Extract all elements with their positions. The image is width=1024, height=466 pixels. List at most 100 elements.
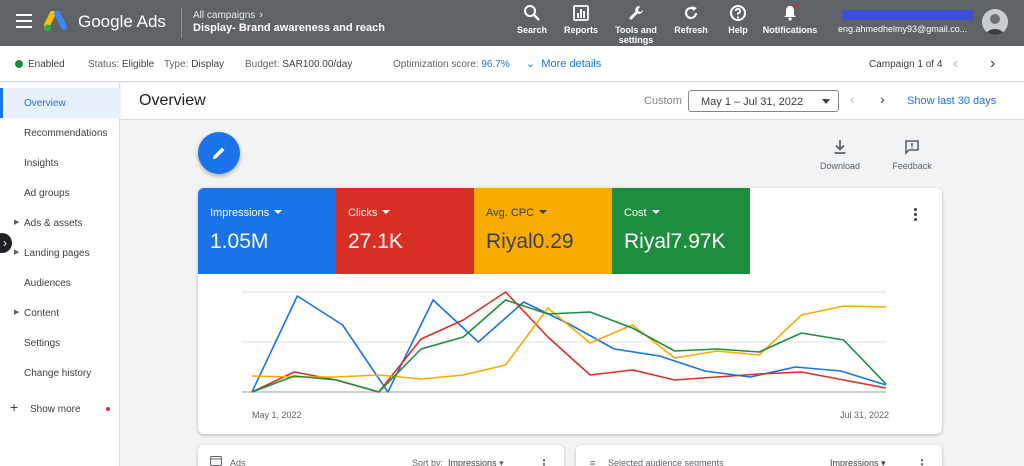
metric-value: Riyal0.29: [486, 230, 574, 253]
audience-more-options-icon[interactable]: ⋮: [916, 457, 928, 466]
metric-impressions[interactable]: Impressions 1.05M: [198, 188, 336, 274]
refresh-label: Refresh: [674, 25, 708, 35]
sidebar-item-content[interactable]: ▶ Content: [0, 298, 120, 328]
ads-card: Ads Sort by: Impressions ▾ ⋮: [198, 445, 564, 466]
type-value: Display: [191, 59, 225, 70]
avatar-image: [982, 9, 1008, 35]
sidebar-item-overview[interactable]: Overview: [0, 88, 120, 118]
ads-more-options-icon[interactable]: ⋮: [538, 457, 550, 466]
sidebar-item-label: Overview: [24, 98, 66, 109]
status-field: Status: Eligible: [88, 59, 154, 70]
dropdown-arrow-icon: ▾: [499, 458, 504, 466]
redacted-account-name: [842, 10, 974, 20]
sort-value: Impressions: [448, 458, 497, 466]
help-icon: [730, 5, 746, 21]
budget-value: SAR100.00/day: [282, 59, 353, 70]
notifications-label: Notifications: [762, 25, 818, 35]
sidebar-item-label: Change history: [24, 368, 92, 379]
chart-more-options-icon[interactable]: [914, 208, 918, 223]
dropdown-arrow-icon: [822, 99, 830, 104]
sidebar-item-insights[interactable]: Insights: [0, 148, 120, 178]
previous-period-button[interactable]: ‹: [850, 91, 855, 107]
menu-icon[interactable]: [16, 14, 32, 28]
ads-sort[interactable]: Sort by: Impressions ▾: [412, 458, 504, 466]
dropdown-arrow-icon: [274, 210, 283, 214]
sidebar-item-ad-groups[interactable]: Ad groups: [0, 178, 120, 208]
date-range-picker[interactable]: May 1 – Jul 31, 2022: [688, 90, 839, 112]
page-title: Overview: [139, 92, 206, 109]
google-ads-logo: [44, 11, 67, 32]
breadcrumb-all-label: All campaigns: [193, 10, 256, 21]
metric-label[interactable]: Avg. CPC: [486, 207, 548, 219]
optimization-label: Optimization score:: [393, 59, 479, 70]
dropdown-arrow-icon: [382, 210, 391, 214]
ads-card-title: Ads: [230, 458, 246, 466]
refresh-button[interactable]: Refresh: [672, 4, 710, 35]
enabled-status[interactable]: Enabled: [15, 59, 65, 70]
metric-value: 1.05M: [210, 230, 269, 253]
notification-dot-icon: [106, 407, 110, 411]
budget-label: Budget:: [245, 59, 280, 70]
pencil-icon: [213, 147, 225, 159]
sidebar-item-ads-assets[interactable]: ▶ Ads & assets: [0, 208, 120, 238]
show-more-button[interactable]: + Show more: [0, 394, 120, 424]
audience-sort[interactable]: Impressions ▾: [830, 458, 886, 466]
plus-icon: +: [10, 399, 19, 415]
metric-label[interactable]: Cost: [624, 207, 660, 219]
sidebar-item-settings[interactable]: Settings: [0, 328, 120, 358]
avatar[interactable]: [982, 9, 1008, 35]
metric-value: 27.1K: [348, 230, 403, 253]
previous-campaign-button[interactable]: ‹: [953, 55, 958, 73]
metric-label[interactable]: Impressions: [210, 207, 283, 219]
sidebar-item-label: Landing pages: [24, 248, 90, 259]
metric-label[interactable]: Clicks: [348, 207, 391, 219]
metric-avg-cpc[interactable]: Avg. CPC Riyal0.29: [474, 188, 612, 274]
optimization-value: 96.7%: [481, 59, 510, 70]
next-period-button[interactable]: ›: [880, 91, 885, 107]
optimization-score[interactable]: Optimization score: 96.7%: [393, 59, 510, 70]
status-label: Status:: [88, 59, 120, 70]
next-campaign-button[interactable]: ›: [990, 55, 995, 73]
show-last-30-days-link[interactable]: Show last 30 days: [907, 95, 996, 107]
breadcrumb-all-campaigns[interactable]: All campaigns ›: [193, 9, 263, 21]
enabled-dot-icon: [15, 60, 23, 68]
sidebar-item-label: Audiences: [24, 278, 71, 289]
budget-field[interactable]: Budget: SAR100.00/day: [245, 59, 352, 70]
metric-label-text: Cost: [624, 207, 647, 219]
sidebar-item-landing-pages[interactable]: ▶ Landing pages: [0, 238, 120, 268]
x-axis-start-label: May 1, 2022: [252, 410, 302, 420]
sidebar-item-change-history[interactable]: Change history: [0, 358, 120, 388]
reports-icon: [573, 5, 589, 21]
reports-button[interactable]: Reports: [563, 4, 599, 35]
search-icon: [524, 5, 540, 21]
sidebar-item-label: Recommendations: [24, 128, 108, 139]
type-field: Type: Display: [164, 59, 224, 70]
sidebar-item-label: Ads & assets: [24, 218, 83, 229]
metric-clicks[interactable]: Clicks 27.1K: [336, 188, 474, 274]
metric-value: Riyal7.97K: [624, 230, 726, 253]
overview-header: Overview Custom May 1 – Jul 31, 2022 ‹ ›…: [121, 83, 1024, 120]
download-button[interactable]: Download: [817, 139, 863, 171]
breadcrumb-campaign[interactable]: Display- Brand awareness and reach: [193, 22, 385, 34]
feedback-button[interactable]: Feedback: [889, 139, 935, 171]
sidebar-item-label: Insights: [24, 158, 59, 169]
sidebar-item-audiences[interactable]: Audiences: [0, 268, 120, 298]
ads-icon: [210, 456, 222, 466]
metric-cost[interactable]: Cost Riyal7.97K: [612, 188, 750, 274]
more-details-label: More details: [541, 58, 602, 70]
wrench-icon: [629, 6, 643, 20]
tools-label-1: Tools and: [615, 25, 657, 35]
chevron-right-icon: ›: [259, 9, 263, 21]
notifications-button[interactable]: Notifications: [760, 4, 820, 35]
date-custom-label: Custom: [644, 95, 682, 107]
edit-fab-button[interactable]: [198, 132, 240, 174]
performance-chart-card: Impressions 1.05M Clicks 27.1K Avg. CPC …: [198, 188, 942, 434]
help-button[interactable]: Help: [724, 4, 752, 35]
tools-settings-button[interactable]: Tools and settings: [612, 4, 660, 45]
main-content: Overview Custom May 1 – Jul 31, 2022 ‹ ›…: [121, 83, 1024, 466]
sidebar-item-label: Settings: [24, 338, 61, 349]
account-email[interactable]: eng.ahmedhelmy93@gmail.co...: [838, 24, 974, 34]
sidebar-item-recommendations[interactable]: Recommendations: [0, 118, 120, 148]
more-details-button[interactable]: ⌄ More details: [526, 57, 601, 70]
search-button[interactable]: Search: [516, 4, 548, 35]
